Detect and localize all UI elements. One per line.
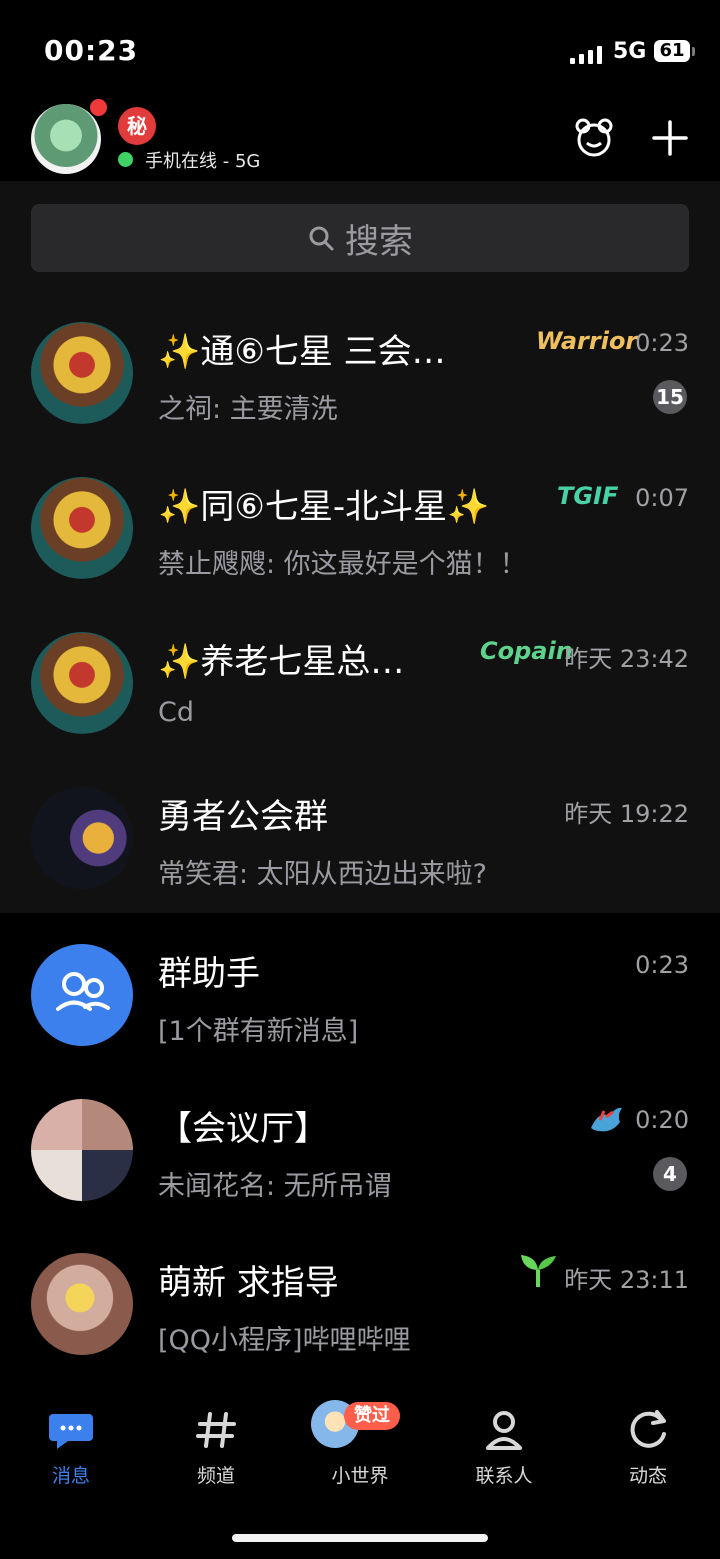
chat-title: 群助手	[158, 954, 260, 994]
chat-avatar	[31, 477, 133, 579]
network-type: 5G	[613, 39, 647, 64]
online-status-text: 手机在线 - 5G	[145, 151, 261, 172]
chat-title: ✨养老七星总…	[158, 642, 405, 682]
tab-label: 联系人	[475, 1465, 533, 1487]
sprout-icon	[521, 1255, 556, 1287]
chat-title: ✨通⑥七星 三会…	[158, 332, 446, 372]
tab-label: 动态	[628, 1465, 667, 1487]
like-badge: 赞过	[344, 1402, 400, 1430]
guild-brand-badge: Warrior	[536, 327, 638, 355]
signal-icon	[570, 44, 602, 64]
tab-messages[interactable]: 消息	[16, 1380, 126, 1490]
unread-count-badge: 15	[653, 380, 687, 414]
chat-time: 昨天 23:11	[564, 1266, 689, 1294]
chat-title: ✨同⑥七星-北斗星✨	[158, 487, 490, 527]
status-bar: 00:23 5G 61	[0, 0, 720, 100]
chat-avatar	[31, 1253, 133, 1355]
secret-badge: 秘	[118, 107, 156, 145]
home-indicator[interactable]	[232, 1534, 488, 1542]
chat-row[interactable]: ✨养老七星总… Cd Copain 昨天 23:42	[0, 601, 720, 756]
chat-row[interactable]: 勇者公会群 常笑君: 太阳从西边出来啦? 昨天 19:22	[0, 756, 720, 911]
notification-dot	[88, 97, 109, 118]
tab-label: 小世界	[331, 1465, 389, 1487]
battery-icon: 61	[654, 40, 690, 62]
battery-tip	[692, 47, 695, 56]
online-status-dot	[118, 152, 133, 167]
chat-avatar	[31, 944, 133, 1046]
chat-row[interactable]: ✨通⑥七星 三会… 之祠: 主要清洗 Warrior 0:23 15	[0, 291, 720, 446]
chat-time: 0:23	[635, 951, 689, 979]
status-time: 00:23	[44, 34, 139, 67]
message-icon	[49, 1414, 93, 1449]
search-placeholder: 搜索	[345, 221, 413, 262]
chat-title: 【会议厅】	[158, 1109, 328, 1149]
chat-row[interactable]: 萌新 求指导 [QQ小程序]哔哩哔哩 昨天 23:11	[0, 1222, 720, 1377]
bottom-tab-bar: 消息 频道 赞过 小世界 联系人 动态	[0, 1380, 720, 1559]
chat-row[interactable]: 群助手 [1个群有新消息] 0:23	[0, 913, 720, 1068]
chat-title: 勇者公会群	[158, 797, 328, 837]
chat-preview: [1个群有新消息]	[158, 1016, 359, 1047]
chat-avatar	[31, 787, 133, 889]
search-container: 搜索	[0, 181, 720, 291]
search-icon	[309, 226, 334, 251]
search-input[interactable]: 搜索	[31, 204, 689, 272]
chat-preview: 之祠: 主要清洗	[158, 394, 338, 425]
chat-preview: Cd	[158, 697, 194, 728]
chat-avatar	[31, 632, 133, 734]
pinned-chat-section: ✨通⑥七星 三会… 之祠: 主要清洗 Warrior 0:23 15 ✨同⑥七星…	[0, 291, 720, 913]
chat-preview: 禁止飕飕: 你这最好是个猫！！	[158, 549, 527, 580]
chat-time: 昨天 19:22	[564, 800, 689, 828]
unread-count-badge: 4	[653, 1157, 687, 1191]
hash-icon	[196, 1412, 236, 1448]
tab-small-world[interactable]: 赞过 小世界	[305, 1380, 415, 1490]
chat-time: 0:23	[635, 329, 689, 357]
chat-time: 0:20	[635, 1106, 689, 1134]
chat-title: 萌新 求指导	[158, 1263, 339, 1303]
tab-label: 频道	[196, 1465, 235, 1487]
guild-brand-badge: Copain	[480, 637, 573, 665]
tab-channel[interactable]: 频道	[161, 1380, 271, 1490]
dragon-icon	[591, 1107, 622, 1132]
chat-preview: 未闻花名: 无所吊谓	[158, 1171, 392, 1202]
chat-row[interactable]: 【会议厅】 未闻花名: 无所吊谓 0:20 4	[0, 1068, 720, 1223]
chat-avatar	[31, 1099, 133, 1201]
chat-preview: [QQ小程序]哔哩哔哩	[158, 1325, 411, 1356]
group-helper-icon	[56, 972, 110, 1011]
chat-preview: 常笑君: 太阳从西边出来啦?	[158, 859, 488, 890]
guild-brand-badge: TGIF	[557, 482, 619, 510]
tab-contacts[interactable]: 联系人	[449, 1380, 559, 1490]
chat-row[interactable]: ✨同⑥七星-北斗星✨ 禁止飕飕: 你这最好是个猫！！ TGIF 0:07	[0, 446, 720, 601]
chat-time: 昨天 23:42	[564, 645, 689, 673]
chat-avatar	[31, 322, 133, 424]
chat-time: 0:07	[635, 484, 689, 512]
pet-icon[interactable]	[572, 116, 616, 160]
contacts-icon	[486, 1411, 522, 1450]
tab-label: 消息	[51, 1465, 90, 1487]
add-icon[interactable]	[648, 116, 692, 160]
tab-moments[interactable]: 动态	[593, 1380, 703, 1490]
refresh-icon	[630, 1410, 666, 1448]
